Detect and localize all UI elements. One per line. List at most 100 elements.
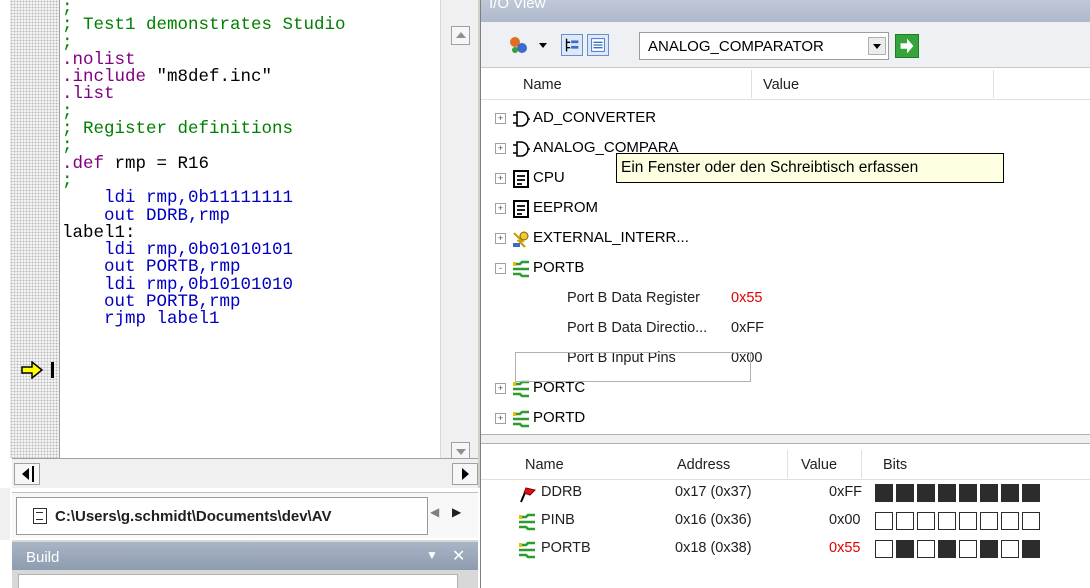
current-line-arrow-icon	[21, 361, 54, 379]
bit-toggle[interactable]	[896, 540, 914, 558]
column-name-header[interactable]: Name	[523, 77, 562, 93]
register-row[interactable]: Port B Data Register 0x55	[481, 284, 1090, 314]
collapse-icon[interactable]: -	[495, 263, 506, 274]
scroll-right-button[interactable]	[452, 463, 478, 485]
code-line[interactable]: .include "m8def.inc"	[62, 68, 440, 86]
bit-toggle[interactable]	[1001, 512, 1019, 530]
expand-icon[interactable]: +	[495, 113, 506, 124]
register-name: PINB	[541, 512, 575, 528]
bit-toggle[interactable]	[917, 512, 935, 530]
list-view-icon[interactable]	[587, 34, 609, 56]
bit-toggle[interactable]	[959, 540, 977, 558]
bit-toggle[interactable]	[917, 540, 935, 558]
tree-view-icon[interactable]	[561, 34, 583, 56]
build-panel-titlebar[interactable]: Build ▼ ✕	[12, 542, 478, 570]
bit-toggle[interactable]	[938, 484, 956, 502]
bit-toggle[interactable]	[938, 512, 956, 530]
expand-icon[interactable]: +	[495, 143, 506, 154]
tree-item-label: PORTB	[533, 259, 585, 276]
code-line[interactable]: ; Register definitions	[62, 120, 440, 138]
io-view-titlebar[interactable]: I/O View	[481, 0, 1090, 22]
register-list[interactable]: DDRB 0x17 (0x37) 0xFF PINB 0x16 (0x36) 0x00 PO…	[481, 480, 1090, 588]
bit-toggle[interactable]	[980, 512, 998, 530]
scroll-left-button[interactable]	[14, 463, 40, 485]
tree-item[interactable]: + AD_CONVERTER	[481, 104, 1090, 134]
register-value: 0x55	[829, 540, 861, 556]
bit-toggle[interactable]	[1001, 484, 1019, 502]
column-bits-header[interactable]: Bits	[883, 457, 907, 473]
register-list-row[interactable]: PINB 0x16 (0x36) 0x00	[481, 508, 1090, 536]
module-select[interactable]: ANALOG_COMPARATOR	[639, 32, 889, 60]
horizontal-scrollbar[interactable]	[12, 458, 478, 488]
register-list-row[interactable]: PORTB 0x18 (0x38) 0x55	[481, 536, 1090, 564]
code-line[interactable]: .list	[62, 86, 440, 104]
bit-toggle[interactable]	[938, 540, 956, 558]
chevron-down-icon[interactable]	[539, 43, 547, 48]
expand-icon[interactable]: +	[495, 383, 506, 394]
bit-toggle[interactable]	[959, 484, 977, 502]
code-editor[interactable]: ;; Test1 demonstrates Studio; .nolist .inc…	[0, 0, 480, 488]
tree-item[interactable]: + EXTERNAL_INTERR...	[481, 224, 1090, 254]
code-line[interactable]: .def rmp = R16	[62, 155, 440, 173]
close-icon[interactable]: ✕	[452, 546, 465, 566]
bit-toggle[interactable]	[896, 512, 914, 530]
scroll-thumb[interactable]	[32, 466, 34, 482]
pin-dropdown-icon[interactable]: ▼	[426, 548, 438, 562]
expand-icon[interactable]: +	[495, 203, 506, 214]
io-tree[interactable]: + AD_CONVERTER + ANALOG_COMPARA + CPU + EEPROM +…	[481, 100, 1090, 430]
port-icon	[513, 260, 529, 278]
expand-icon[interactable]: +	[495, 233, 506, 244]
bit-toggle[interactable]	[917, 484, 935, 502]
column-address-header[interactable]: Address	[677, 457, 730, 473]
bit-toggle[interactable]	[1022, 512, 1040, 530]
register-name: Port B Data Register	[567, 290, 700, 306]
vertical-scrollbar[interactable]	[440, 0, 478, 461]
code-line[interactable]: rjmp label1	[62, 311, 440, 329]
bit-toggle[interactable]	[1022, 540, 1040, 558]
register-list-row[interactable]: DDRB 0x17 (0x37) 0xFF	[481, 480, 1090, 508]
code-line[interactable]: ; Test1 demonstrates Studio	[62, 17, 440, 35]
tree-item[interactable]: + EEPROM	[481, 194, 1090, 224]
tab-scroll-left-icon[interactable]: ◀	[430, 505, 439, 519]
register-name: PORTB	[541, 540, 591, 556]
bit-toggle[interactable]	[875, 484, 893, 502]
expand-icon[interactable]: +	[495, 173, 506, 184]
scroll-up-button[interactable]	[451, 26, 470, 45]
register-value: 0xFF	[731, 320, 765, 336]
bit-toggle[interactable]	[980, 540, 998, 558]
code-text[interactable]: ;; Test1 demonstrates Studio; .nolist .inc…	[62, 0, 440, 456]
bit-toggle[interactable]	[959, 512, 977, 530]
bit-toggle[interactable]	[980, 484, 998, 502]
tooltip: Ein Fenster oder den Schreibtisch erfass…	[616, 153, 1004, 183]
panel-splitter[interactable]	[481, 434, 1090, 444]
bit-toggle[interactable]	[1022, 484, 1040, 502]
document-tab-bar: C:\Users\g.schmidt\Documents\dev\AV ◀ ▶	[12, 492, 478, 538]
filter-icon[interactable]	[507, 34, 529, 56]
tree-item[interactable]: - PORTB	[481, 254, 1090, 284]
register-row[interactable]: Port B Data Directio... 0xFF	[481, 314, 1090, 344]
tree-item[interactable]: + PORTD	[481, 404, 1090, 430]
register-value: 0xFF	[829, 484, 863, 500]
flag-icon	[520, 487, 536, 503]
bit-toggle[interactable]	[896, 484, 914, 502]
tooltip-text: Ein Fenster oder den Schreibtisch erfass…	[621, 159, 919, 176]
tree-column-header: Name Value	[481, 70, 1090, 100]
column-value-header[interactable]: Value	[763, 77, 799, 93]
bit-toggle[interactable]	[875, 540, 893, 558]
expand-icon[interactable]: +	[495, 413, 506, 424]
chevron-down-icon[interactable]	[868, 37, 886, 55]
go-arrow-icon[interactable]	[895, 34, 919, 58]
tab-scroll-right-icon[interactable]: ▶	[452, 505, 461, 519]
bit-toggle[interactable]	[1001, 540, 1019, 558]
build-output[interactable]	[18, 574, 458, 588]
column-name-header[interactable]: Name	[525, 457, 564, 473]
tree-item-label: AD_CONVERTER	[533, 109, 657, 126]
gate-icon	[513, 141, 530, 157]
bit-toggle[interactable]	[875, 512, 893, 530]
document-tab[interactable]: C:\Users\g.schmidt\Documents\dev\AV	[16, 497, 428, 535]
register-address: 0x17 (0x37)	[675, 484, 752, 500]
io-view-panel: I/O View ANALOG_COMPARATOR Name Value + …	[480, 0, 1090, 588]
column-value-header[interactable]: Value	[801, 457, 837, 473]
editor-gutter[interactable]	[10, 0, 60, 458]
io-view-toolbar: ANALOG_COMPARATOR	[481, 22, 1090, 68]
